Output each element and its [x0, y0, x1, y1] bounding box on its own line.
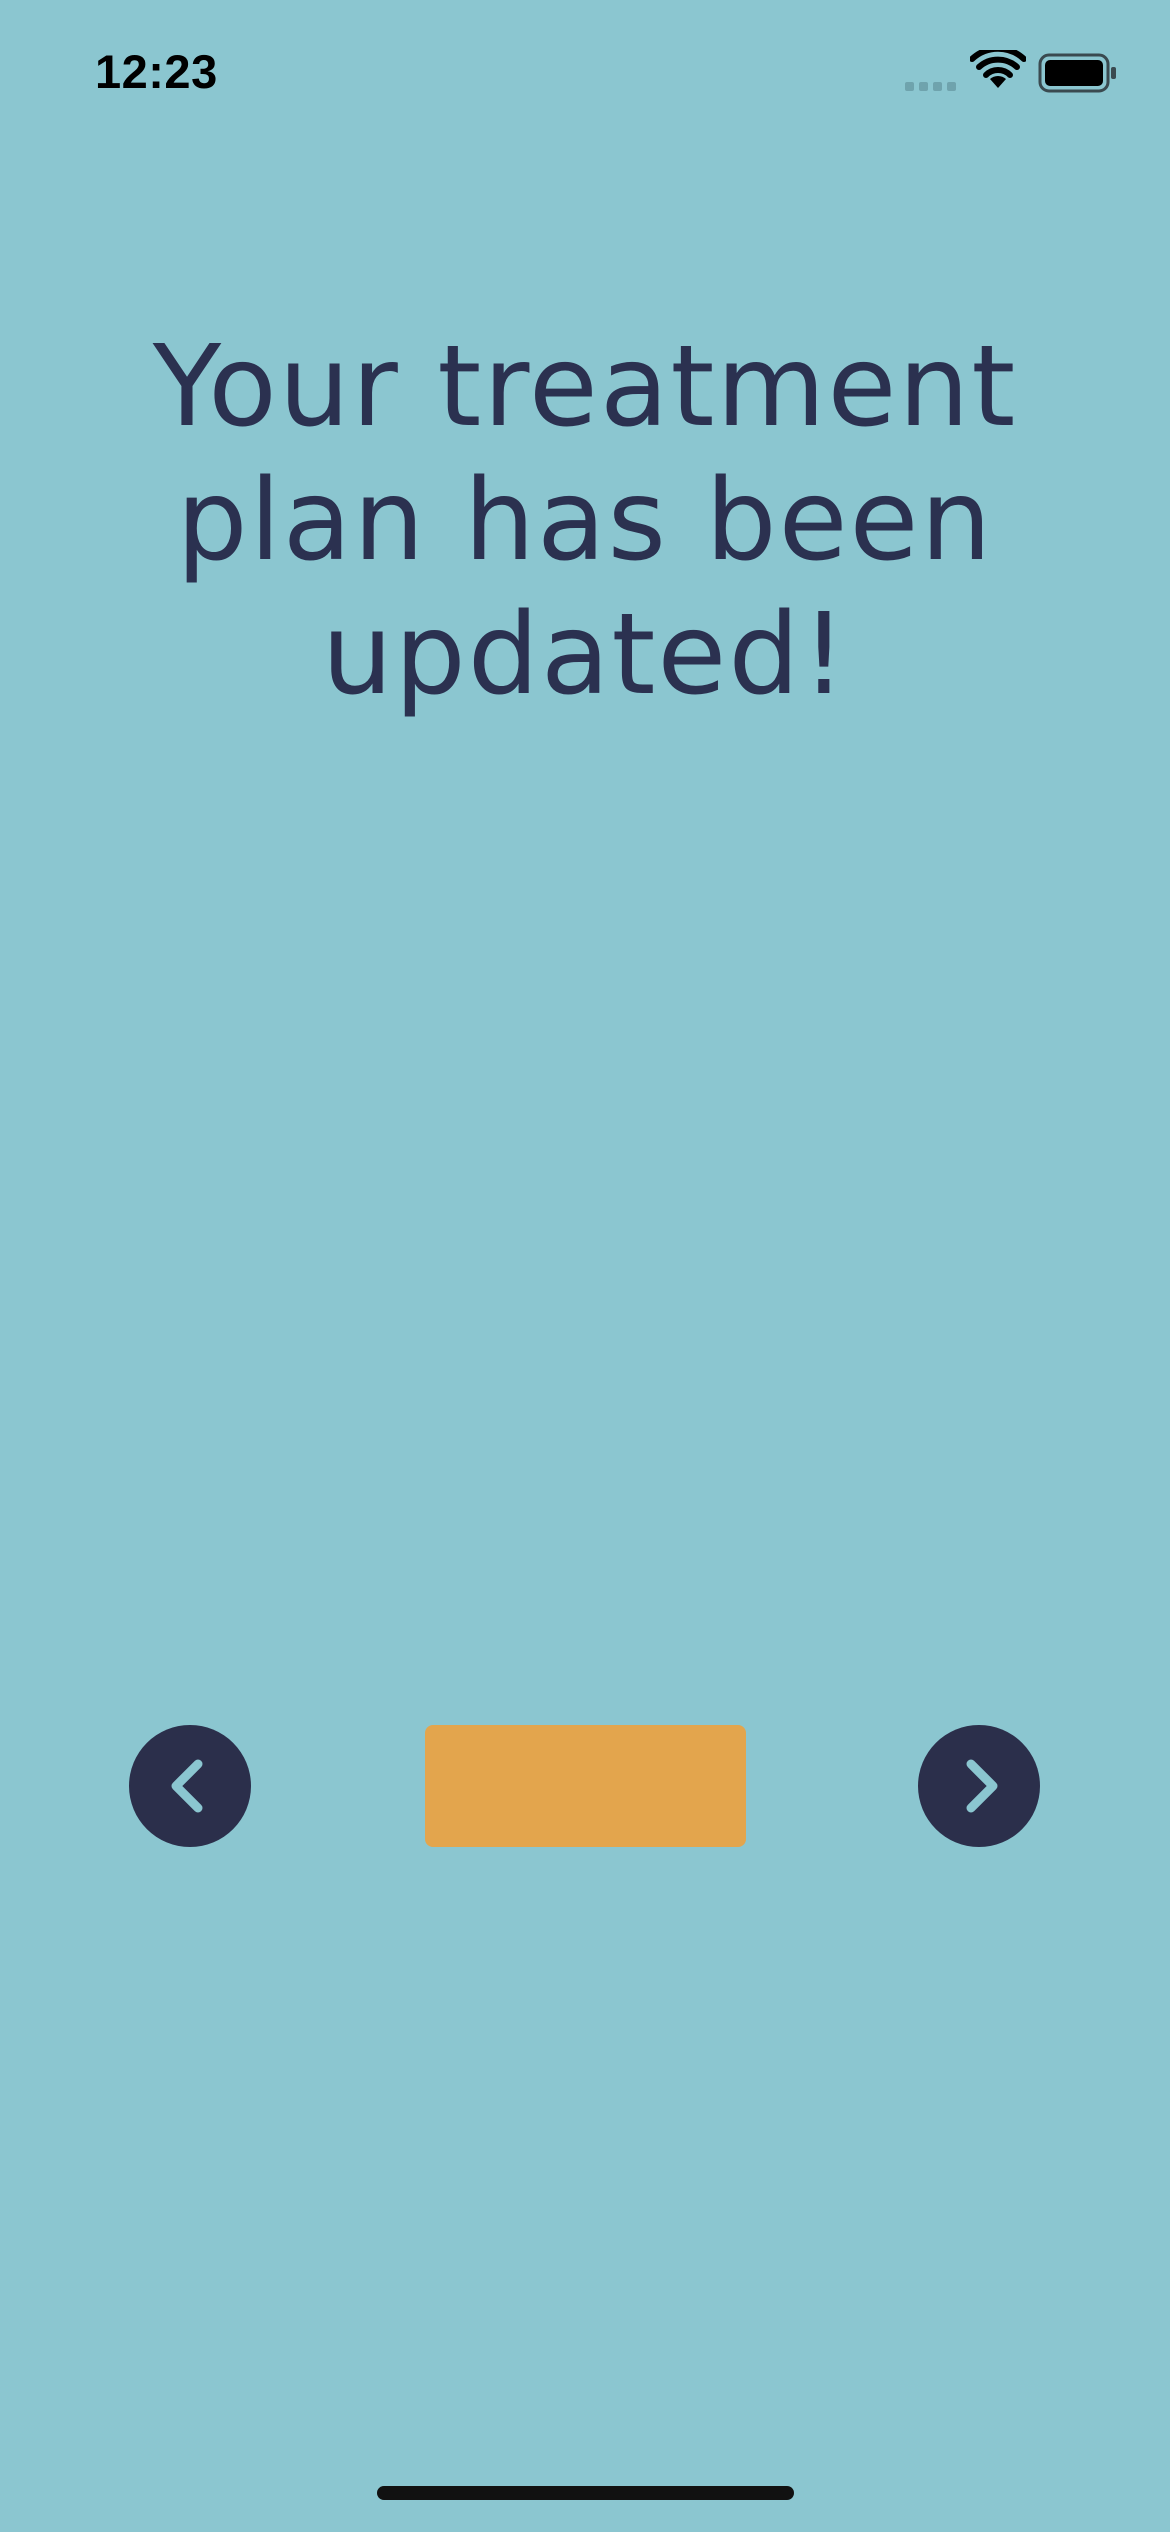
status-time: 12:23 — [95, 45, 218, 98]
chevron-left-icon — [171, 1759, 203, 1813]
center-action-button[interactable] — [425, 1725, 746, 1847]
next-button[interactable] — [918, 1725, 1040, 1847]
status-bar: 12:23 — [0, 0, 1170, 140]
home-indicator[interactable] — [377, 2486, 794, 2500]
wifi-icon — [970, 50, 1026, 88]
cellular-signal-icon — [905, 82, 956, 91]
battery-icon — [1038, 53, 1116, 93]
headline: Your treatment plan has been updated! — [152, 322, 1018, 720]
chevron-right-icon — [966, 1759, 998, 1813]
previous-button[interactable] — [129, 1725, 251, 1847]
